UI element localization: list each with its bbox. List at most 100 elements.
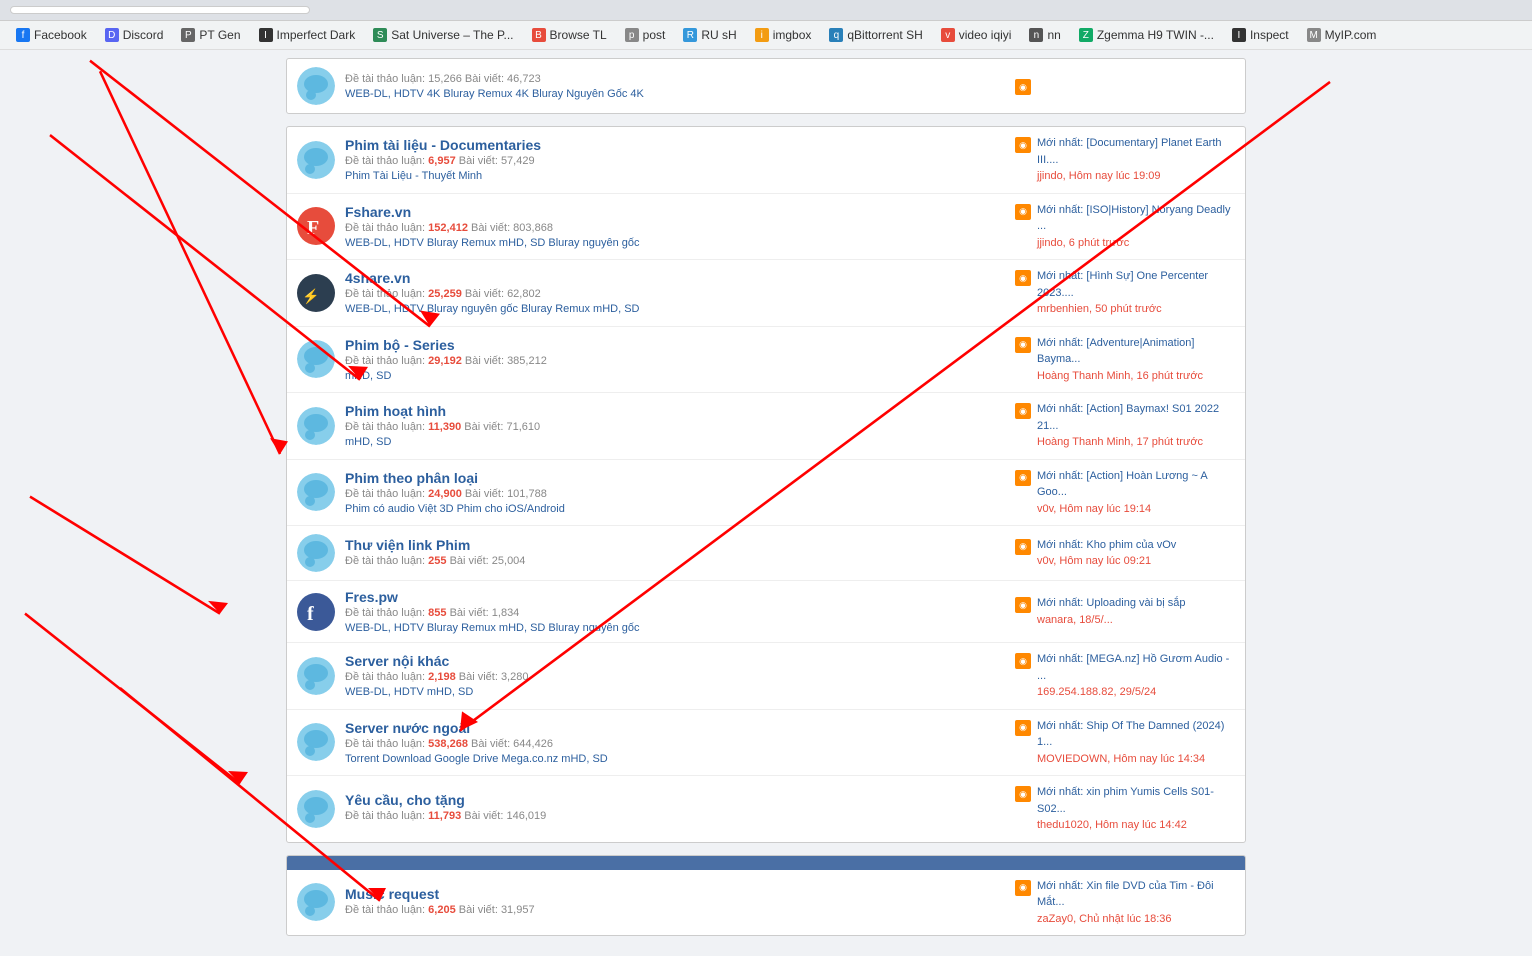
- tag-fres[interactable]: Bluray nguyên gốc: [548, 622, 639, 634]
- tag-fres[interactable]: mHD, SD: [499, 622, 545, 634]
- tag-phanloai[interactable]: Phim cho iOS/Android: [457, 503, 565, 515]
- latest-user-documentaries: jjindo, Hôm nay lúc 19:09: [1037, 170, 1161, 182]
- latest-link-fres[interactable]: Mới nhất: Uploading vài bị sắp: [1037, 597, 1185, 609]
- latest-link-servernoi[interactable]: Mới nhất: [MEGA.nz] Hồ Gươm Audio - ...: [1037, 653, 1229, 682]
- latest-user-4share: mrbenhien, 50 phút trước: [1037, 303, 1162, 315]
- tag-servernuoc[interactable]: Torrent Download: [345, 753, 431, 765]
- forum-title-yeucau[interactable]: Yêu cầu, cho tặng: [345, 792, 1005, 808]
- bookmark-myip[interactable]: MMyIP.com: [1299, 25, 1385, 45]
- tag-bluray4k[interactable]: Bluray Remux 4K: [443, 88, 529, 100]
- forum-stats-servernoi: Đề tài thảo luận: 2,198 Bài viết: 3,280: [345, 671, 1005, 683]
- tag-phanloai[interactable]: 3D: [440, 503, 454, 515]
- tag-fshare[interactable]: WEB-DL, HDTV: [345, 237, 424, 249]
- bookmark-icon-browse: B: [532, 28, 546, 42]
- tag-documentaries[interactable]: Phim Tài Liệu - Thuyết Minh: [345, 170, 482, 182]
- forum-title-thuvien[interactable]: Thư viện link Phim: [345, 537, 1005, 553]
- bookmark-icon-inspect: I: [1232, 28, 1246, 42]
- tag-series[interactable]: mHD, SD: [345, 370, 391, 382]
- forum-title-series[interactable]: Phim bộ - Series: [345, 337, 1005, 353]
- latest-link-series[interactable]: Mới nhất: [Adventure|Animation] Bayma...: [1037, 337, 1194, 366]
- forum-title-hoathinh[interactable]: Phim hoạt hình: [345, 403, 1005, 419]
- bookmark-imperfect[interactable]: IImperfect Dark: [251, 25, 364, 45]
- tag-hoathinh[interactable]: mHD, SD: [345, 436, 391, 448]
- forum-latest-series: ◉ Mới nhất: [Adventure|Animation] Bayma.…: [1015, 335, 1235, 385]
- main-content: Đề tài thảo luận: 15,266 Bài viết: 46,72…: [0, 50, 1532, 956]
- forum-stats-documentaries: Đề tài thảo luận: 6,957 Bài viết: 57,429: [345, 155, 1005, 167]
- forum-latest-fres: ◉ Mới nhất: Uploading vài bị sắp wanara,…: [1015, 595, 1235, 628]
- bookmark-discord[interactable]: DDiscord: [97, 25, 172, 45]
- tag-servernoi[interactable]: mHD, SD: [427, 686, 473, 698]
- tag-fshare[interactable]: Bluray nguyên gốc: [548, 237, 639, 249]
- forum-title-music_request[interactable]: Music request: [345, 886, 1005, 902]
- address-bar[interactable]: [10, 6, 310, 14]
- tag-webdl4k[interactable]: WEB-DL, HDTV 4K: [345, 88, 440, 100]
- rss-icon-servernuoc: ◉: [1015, 720, 1031, 736]
- bookmark-nn[interactable]: nnn: [1021, 25, 1068, 45]
- tag-4share[interactable]: Bluray Remux: [521, 303, 590, 315]
- latest-text-series: Mới nhất: [Adventure|Animation] Bayma...…: [1037, 335, 1235, 385]
- latest-link-servernuoc[interactable]: Mới nhất: Ship Of The Damned (2024) 1...: [1037, 720, 1224, 749]
- tag-phanloai[interactable]: Phim có audio Việt: [345, 503, 437, 515]
- bookmark-label-qbit: qBittorrent SH: [847, 28, 922, 42]
- forum-title-phanloai[interactable]: Phim theo phân loại: [345, 470, 1005, 486]
- top-partial-section: Đề tài thảo luận: 15,266 Bài viết: 46,72…: [286, 58, 1246, 114]
- latest-text-music_request: Mới nhất: Xin file DVD của Tim - Đôi Mắt…: [1037, 878, 1235, 928]
- forum-title-4share[interactable]: 4share.vn: [345, 270, 1005, 286]
- bookmark-inspect[interactable]: IInspect: [1224, 25, 1297, 45]
- forum-info-4share: 4share.vn Đề tài thảo luận: 25,259 Bài v…: [345, 270, 1005, 315]
- bookmark-imgbox[interactable]: iimgbox: [747, 25, 820, 45]
- forum-title-fres[interactable]: Fres.pw: [345, 589, 1005, 605]
- bookmark-zgemma[interactable]: ZZgemma H9 TWIN -...: [1071, 25, 1222, 45]
- forum-icon-music_request: [297, 883, 335, 921]
- latest-link-documentaries[interactable]: Mới nhất: [Documentary] Planet Earth III…: [1037, 137, 1222, 166]
- tag-fshare[interactable]: mHD, SD: [499, 237, 545, 249]
- tag-servernuoc[interactable]: Google Drive: [434, 753, 498, 765]
- forum-title-servernuoc[interactable]: Server nước ngoài: [345, 720, 1005, 736]
- tag-bluraynguyen4k[interactable]: Bluray Nguyên Gốc 4K: [532, 88, 644, 100]
- tag-4share[interactable]: mHD, SD: [593, 303, 639, 315]
- latest-link-yeucau[interactable]: Mới nhất: xin phim Yumis Cells S01-S02..…: [1037, 786, 1214, 815]
- forum-container: Đề tài thảo luận: 15,266 Bài viết: 46,72…: [286, 50, 1246, 956]
- bookmark-browse[interactable]: BBrowse TL: [524, 25, 615, 45]
- bookmark-pt[interactable]: PPT Gen: [173, 25, 248, 45]
- rss-icon-hoathinh: ◉: [1015, 403, 1031, 419]
- forum-title-fshare[interactable]: Fshare.vn: [345, 204, 1005, 220]
- tag-4share[interactable]: Bluray nguyên gốc: [427, 303, 518, 315]
- rss-icon-partial: ◉: [1015, 79, 1031, 95]
- forum-row-phanloai: Phim theo phân loại Đề tài thảo luận: 24…: [287, 460, 1245, 527]
- bookmark-post[interactable]: ppost: [617, 25, 674, 45]
- latest-link-hoathinh[interactable]: Mới nhất: [Action] Baymax! S01 2022 21..…: [1037, 403, 1219, 432]
- latest-user-thuvien: v0v, Hôm nay lúc 09:21: [1037, 555, 1151, 567]
- forum-tags-partial: WEB-DL, HDTV 4K Bluray Remux 4K Bluray N…: [345, 88, 1005, 100]
- bookmark-label-zgemma: Zgemma H9 TWIN -...: [1097, 28, 1214, 42]
- bookmark-fb[interactable]: fFacebook: [8, 25, 95, 45]
- bookmark-label-fb: Facebook: [34, 28, 87, 42]
- tag-servernoi[interactable]: WEB-DL, HDTV: [345, 686, 424, 698]
- tag-fshare[interactable]: Bluray Remux: [427, 237, 496, 249]
- bookmark-sat[interactable]: SSat Universe – The P...: [365, 25, 521, 45]
- tag-fres[interactable]: WEB-DL, HDTV: [345, 622, 424, 634]
- tag-fres[interactable]: Bluray Remux: [427, 622, 496, 634]
- latest-link-fshare[interactable]: Mới nhất: [ISO|History] Noryang Deadly .…: [1037, 204, 1230, 233]
- bookmark-qbit[interactable]: qqBittorrent SH: [821, 25, 930, 45]
- bookmark-label-discord: Discord: [123, 28, 164, 42]
- main-forums-section: Phim tài liệu - Documentaries Đề tài thả…: [286, 126, 1246, 843]
- latest-link-music_request[interactable]: Mới nhất: Xin file DVD của Tim - Đôi Mắt…: [1037, 880, 1214, 909]
- latest-link-4share[interactable]: Mới nhất: [Hình Sự] One Percenter 2023..…: [1037, 270, 1208, 299]
- bookmark-label-post: post: [643, 28, 666, 42]
- forum-icon-hoathinh: [297, 407, 335, 445]
- bookmark-video[interactable]: vvideo iqiyi: [933, 25, 1020, 45]
- forum-title-documentaries[interactable]: Phim tài liệu - Documentaries: [345, 137, 1005, 153]
- forum-title-servernoi[interactable]: Server nội khác: [345, 653, 1005, 669]
- bookmarks-bar: fFacebookDDiscordPPT GenIImperfect DarkS…: [0, 21, 1532, 50]
- forum-tags-4share: WEB-DL, HDTV Bluray nguyên gốc Bluray Re…: [345, 303, 1005, 315]
- latest-link-phanloai[interactable]: Mới nhất: [Action] Hoàn Lương ~ A Goo...: [1037, 470, 1207, 499]
- tag-servernuoc[interactable]: mHD, SD: [561, 753, 607, 765]
- latest-link-thuvien[interactable]: Mới nhất: Kho phim của vOv: [1037, 539, 1176, 551]
- tag-4share[interactable]: WEB-DL, HDTV: [345, 303, 424, 315]
- latest-text-thuvien: Mới nhất: Kho phim của vOv v0v, Hôm nay …: [1037, 537, 1176, 570]
- forum-row-fshare: F Fshare.vn Đề tài thảo luận: 152,412 Bà…: [287, 194, 1245, 261]
- tag-servernuoc[interactable]: Mega.co.nz: [501, 753, 558, 765]
- forum-tags-documentaries: Phim Tài Liệu - Thuyết Minh: [345, 170, 1005, 182]
- bookmark-ru[interactable]: RRU sH: [675, 25, 744, 45]
